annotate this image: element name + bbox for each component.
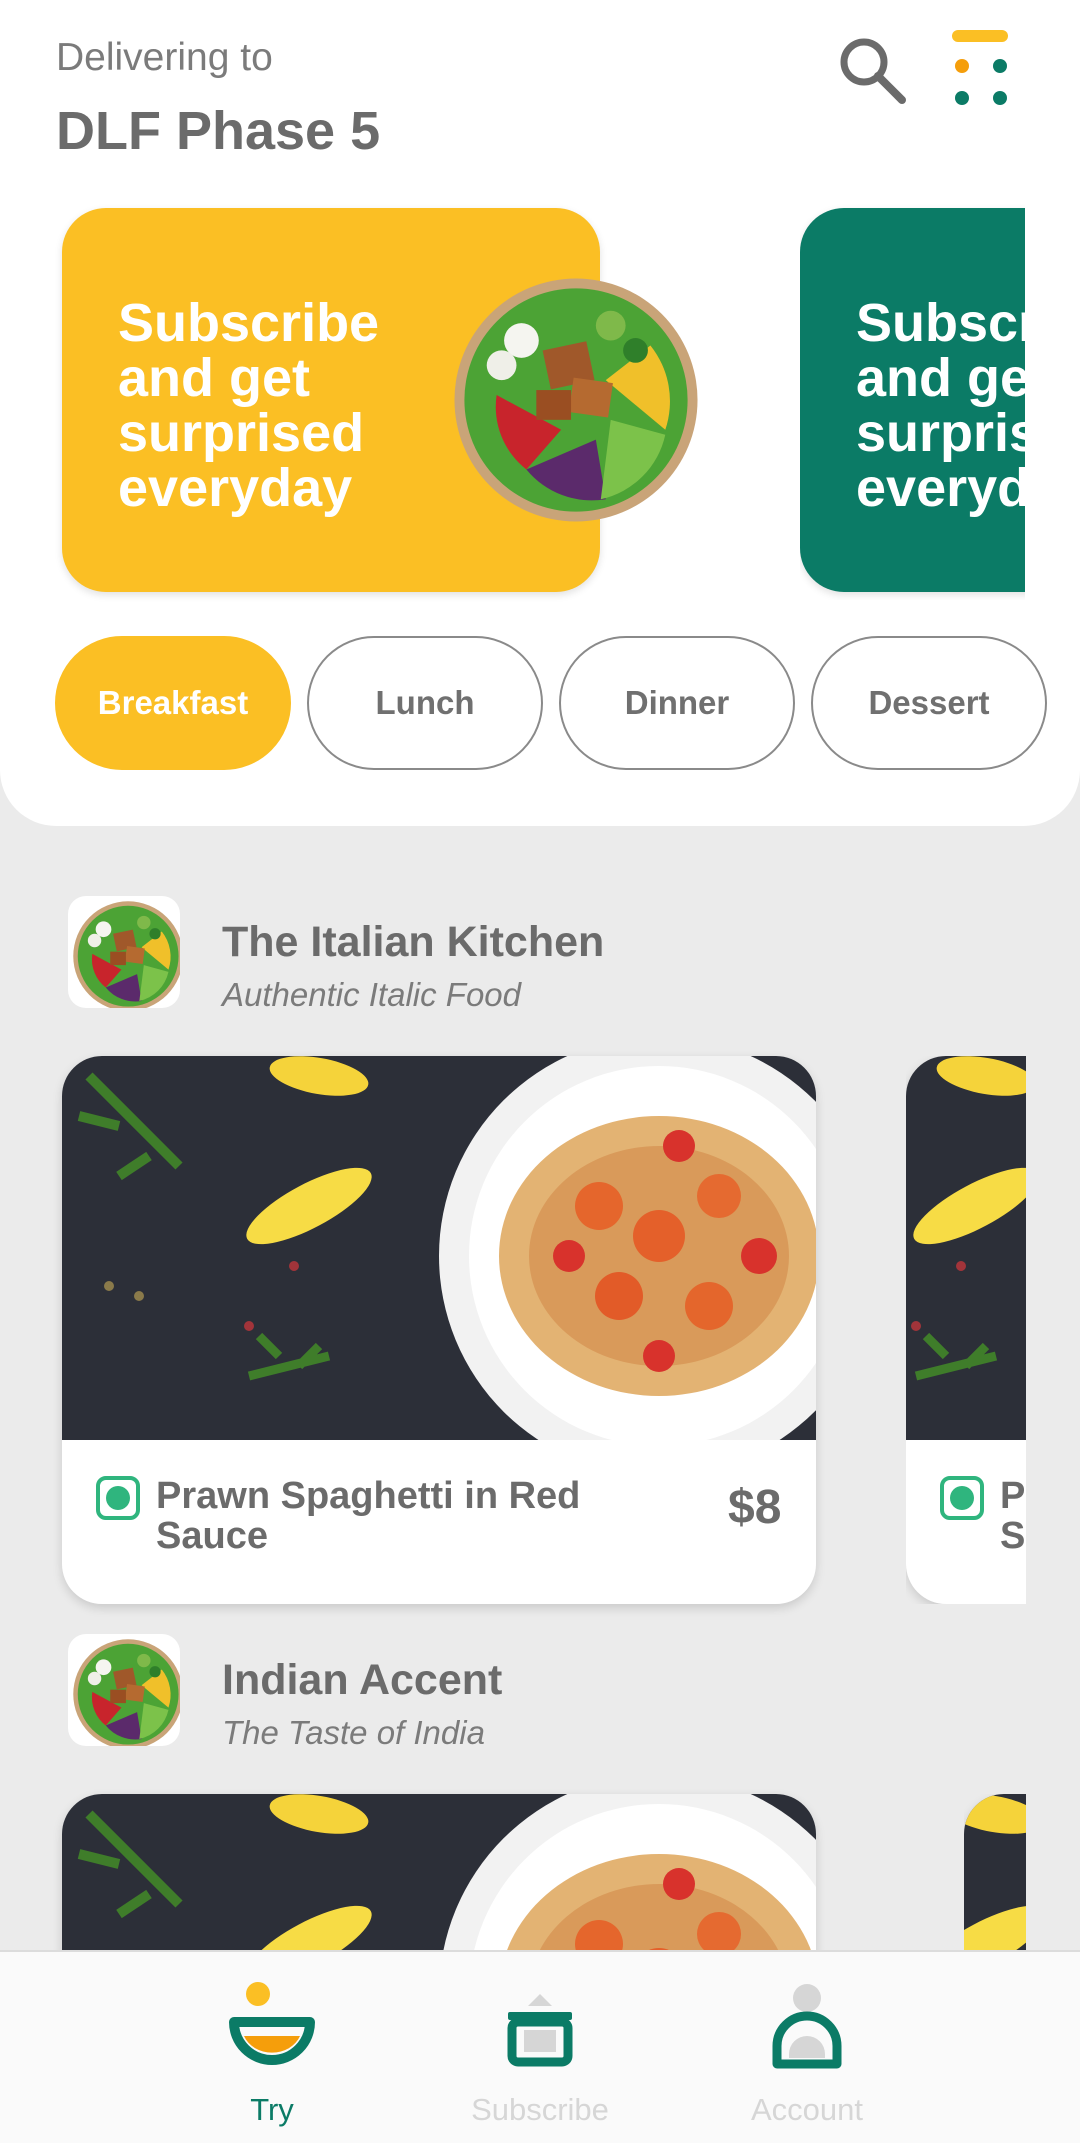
search-icon xyxy=(840,38,906,104)
menu-button[interactable] xyxy=(950,28,1014,112)
dish-card-next-clip: P S xyxy=(906,1056,1026,1604)
restaurant-tagline: The Taste of India xyxy=(222,1714,485,1751)
dish-photo xyxy=(62,1056,816,1440)
pot-icon xyxy=(507,1994,573,2067)
banner-text: Subscribe and get surprised everyday xyxy=(856,293,1025,518)
restaurant-logo[interactable] xyxy=(68,1634,180,1746)
banner-text: Subscribe and get surprised everyday xyxy=(118,293,380,518)
menu-icon xyxy=(952,30,1008,105)
search-button[interactable] xyxy=(832,30,912,110)
restaurant-name[interactable]: Indian Accent xyxy=(222,1656,502,1705)
promo-banner-next[interactable]: Subscribe and get surprised everyday xyxy=(800,208,1025,592)
dish-card[interactable]: Prawn Spaghetti in Red Sauce $8 xyxy=(62,1056,816,1604)
nav-subscribe[interactable]: Subscribe xyxy=(420,1952,660,2143)
nav-label: Subscribe xyxy=(471,2092,609,2127)
restaurant-logo-image xyxy=(68,1634,180,1746)
dish-price: $8 xyxy=(728,1481,782,1534)
dish-name: Prawn Spaghetti in Red Sauce xyxy=(156,1475,581,1557)
veg-icon xyxy=(96,1476,140,1520)
category-dessert[interactable]: Dessert xyxy=(811,636,1047,770)
delivery-location[interactable]: DLF Phase 5 xyxy=(56,100,380,162)
delivering-label: Delivering to xyxy=(56,36,273,79)
user-icon xyxy=(772,1984,842,2069)
dish-photo xyxy=(964,1794,1026,1974)
nav-account[interactable]: Account xyxy=(687,1952,927,2143)
dish-card-next[interactable]: P S xyxy=(906,1056,1026,1604)
bowl-icon xyxy=(229,1982,315,2065)
category-breakfast[interactable]: Breakfast xyxy=(55,636,291,770)
nav-label: Account xyxy=(750,2092,863,2127)
restaurant-name[interactable]: The Italian Kitchen xyxy=(222,918,604,967)
salad-bowl-image xyxy=(452,276,700,524)
bottom-nav: Try Subscribe Account xyxy=(0,1950,1080,2143)
dish-card-next-clip xyxy=(964,1794,1026,1974)
restaurant-logo[interactable] xyxy=(68,896,180,1008)
dish-photo xyxy=(906,1056,1026,1440)
veg-icon xyxy=(940,1476,984,1520)
restaurant-tagline: Authentic Italic Food xyxy=(222,976,521,1013)
dish-name-partial: P S xyxy=(1000,1475,1026,1557)
promo-banner-next-clip: Subscribe and get surprised everyday xyxy=(800,200,1025,600)
category-dinner[interactable]: Dinner xyxy=(559,636,795,770)
nav-label: Try xyxy=(250,2092,294,2127)
restaurant-logo-image xyxy=(68,896,180,1008)
category-lunch[interactable]: Lunch xyxy=(307,636,543,770)
nav-try[interactable]: Try xyxy=(152,1952,392,2143)
dish-card-next[interactable] xyxy=(964,1794,1026,1974)
